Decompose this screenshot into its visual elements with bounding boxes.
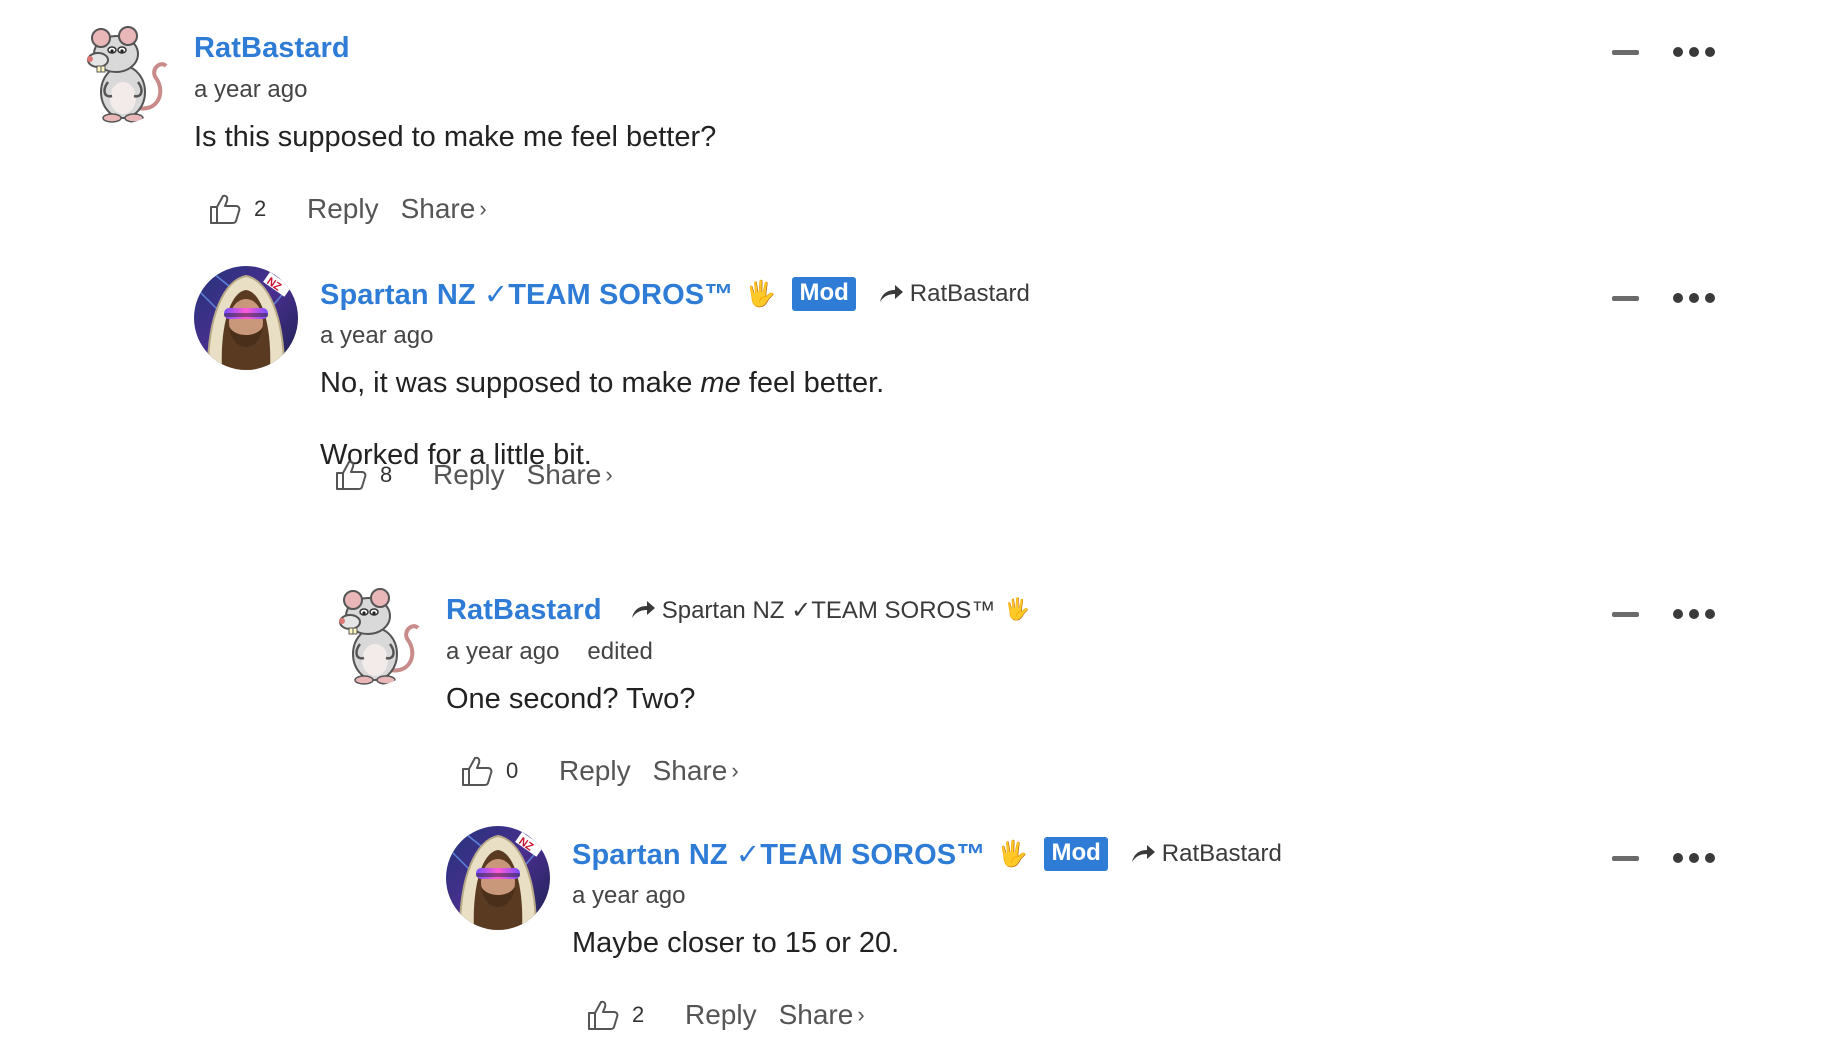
reply-to-link[interactable]: RatBastard [1130, 840, 1282, 868]
avatar[interactable] [446, 826, 550, 930]
collapse-icon[interactable] [1612, 856, 1639, 861]
ellipsis-icon[interactable] [1673, 607, 1715, 621]
collapse-icon[interactable] [1612, 612, 1639, 617]
avatar[interactable] [68, 20, 172, 124]
time-ago[interactable]: a year ago [446, 638, 559, 665]
like-count: 8 [380, 462, 393, 487]
ellipsis-icon[interactable] [1673, 291, 1715, 305]
collapse-icon[interactable] [1612, 50, 1639, 55]
reply-to-name: Spartan NZ ✓TEAM SOROS™ [661, 596, 996, 624]
author-name[interactable]: RatBastard [446, 594, 602, 627]
chevron-right-icon: › [479, 196, 487, 221]
curved-arrow-icon [630, 599, 656, 621]
chevron-right-icon: › [857, 1002, 865, 1027]
comment-body: Maybe closer to 15 or 20. [572, 926, 899, 961]
comment-2: Spartan NZ ✓TEAM SOROS™ 🖐 Mod RatBastard… [0, 266, 1830, 496]
curved-arrow-icon [878, 283, 904, 305]
reply-button[interactable]: Reply [307, 193, 379, 225]
mod-badge: Mod [1044, 837, 1108, 871]
rat-avatar-icon [320, 582, 424, 686]
comment-1: RatBastard a year ago Is this supposed t… [0, 20, 1830, 250]
share-button[interactable]: Share › [527, 459, 613, 491]
thumbs-up-icon[interactable] [208, 192, 242, 226]
reply-button[interactable]: Reply [433, 459, 505, 491]
time-ago[interactable]: a year ago [194, 76, 307, 103]
raised-hand-icon: 🖐 [745, 279, 777, 308]
comment-text: Maybe closer to 15 or 20. [572, 927, 900, 959]
share-button[interactable]: Share › [653, 755, 739, 787]
chevron-right-icon: › [605, 462, 613, 487]
comment-text: Is this supposed to make me feel better? [194, 121, 717, 153]
like-count: 2 [254, 196, 267, 221]
emphasis-text: me [700, 367, 741, 399]
comment-header: RatBastard Spartan NZ ✓TEAM SOROS™ 🖐 [446, 590, 1030, 630]
thumbs-up-icon[interactable] [460, 754, 494, 788]
text-segment: No, it was supposed to make [320, 367, 701, 399]
raised-hand-icon: 🖐 [997, 839, 1029, 868]
timestamp: a year ago [572, 882, 685, 910]
spartan-avatar-icon [194, 266, 298, 370]
thumbs-up-icon[interactable] [586, 998, 620, 1032]
timestamp: a year ago edited [446, 638, 653, 666]
author-name[interactable]: Spartan NZ ✓TEAM SOROS™ [572, 837, 985, 872]
reply-button[interactable]: Reply [685, 999, 757, 1031]
ellipsis-icon[interactable] [1673, 45, 1715, 59]
comment-actions: 2 Reply Share › [208, 192, 487, 226]
text-segment: feel better. [740, 367, 885, 399]
like-count: 2 [632, 1002, 645, 1027]
share-label: Share [526, 459, 602, 490]
like-count: 0 [506, 758, 519, 783]
reply-to-link[interactable]: RatBastard [878, 280, 1030, 308]
comment-body: One second? Two? [446, 682, 695, 717]
avatar[interactable] [320, 582, 424, 686]
share-label: Share [778, 999, 854, 1030]
time-ago[interactable]: a year ago [320, 322, 433, 349]
timestamp: a year ago [320, 322, 433, 350]
time-ago[interactable]: a year ago [572, 882, 685, 909]
comment-header: Spartan NZ ✓TEAM SOROS™ 🖐 Mod RatBastard [320, 274, 1030, 314]
chevron-right-icon: › [731, 758, 739, 783]
comment-actions: 2 Reply Share › [586, 998, 865, 1032]
author-name[interactable]: Spartan NZ ✓TEAM SOROS™ [320, 277, 733, 312]
comment-4: Spartan NZ ✓TEAM SOROS™ 🖐 Mod RatBastard… [0, 826, 1830, 1056]
comment-text-paragraph-1: No, it was supposed to make me feel bett… [320, 366, 884, 401]
avatar[interactable] [194, 266, 298, 370]
comment-header: Spartan NZ ✓TEAM SOROS™ 🖐 Mod RatBastard [572, 834, 1282, 874]
comment-body: Is this supposed to make me feel better? [194, 120, 716, 155]
comment-text: One second? Two? [446, 683, 696, 715]
ellipsis-icon[interactable] [1673, 851, 1715, 865]
timestamp: a year ago [194, 76, 307, 104]
comment-actions: 0 Reply Share › [460, 754, 739, 788]
edited-label: edited [587, 638, 653, 665]
spartan-avatar-icon [446, 826, 550, 930]
mod-badge: Mod [792, 277, 856, 311]
author-name[interactable]: RatBastard [194, 32, 350, 65]
comment-body: No, it was supposed to make me feel bett… [320, 366, 884, 473]
curved-arrow-icon [1130, 843, 1156, 865]
share-button[interactable]: Share › [779, 999, 865, 1031]
reply-to-name: RatBastard [909, 280, 1030, 307]
comment-header: RatBastard [194, 28, 350, 68]
share-button[interactable]: Share › [401, 193, 487, 225]
thumbs-up-icon[interactable] [334, 458, 368, 492]
reply-to-link[interactable]: Spartan NZ ✓TEAM SOROS™ 🖐 [630, 596, 1031, 625]
share-label: Share [400, 193, 476, 224]
reply-to-name: RatBastard [1161, 840, 1282, 867]
rat-avatar-icon [68, 20, 172, 124]
raised-hand-icon: 🖐 [1004, 598, 1031, 621]
share-label: Share [652, 755, 728, 786]
collapse-icon[interactable] [1612, 296, 1639, 301]
comment-3: RatBastard Spartan NZ ✓TEAM SOROS™ 🖐 a y… [0, 582, 1830, 812]
reply-button[interactable]: Reply [559, 755, 631, 787]
comment-actions: 8 Reply Share › [334, 458, 613, 492]
